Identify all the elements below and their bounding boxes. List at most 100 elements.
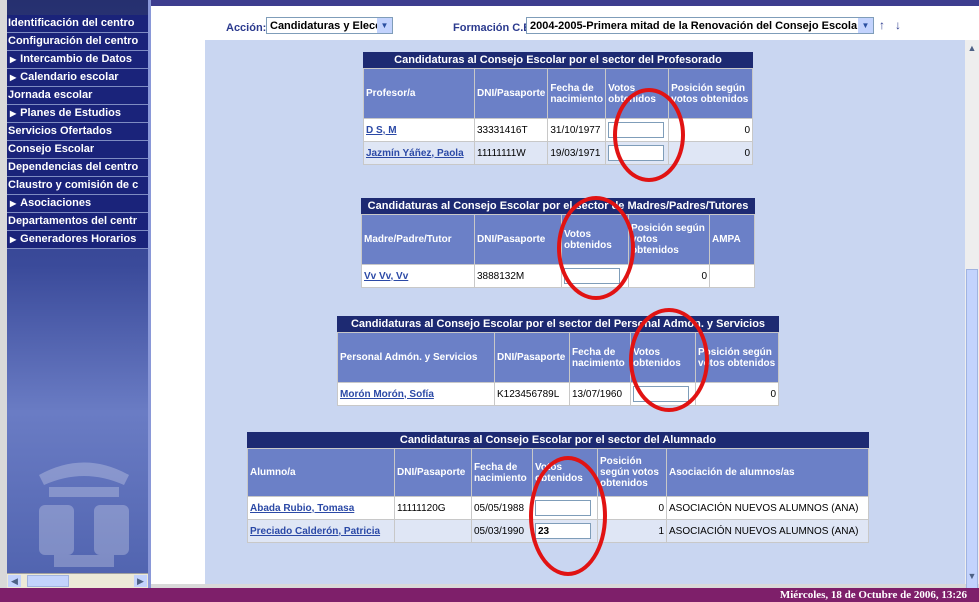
posicion-cell: 0 <box>668 118 753 142</box>
scroll-right-icon[interactable]: ▶ <box>134 575 147 587</box>
votos-input[interactable] <box>564 268 620 284</box>
content-margin <box>151 40 205 584</box>
sidebar-item[interactable]: ▶ Asociaciones <box>7 195 148 213</box>
sidebar-item[interactable]: Departamentos del centr <box>7 213 148 231</box>
sidebar-item-label: Calendario escolar <box>20 71 119 83</box>
crest-icon <box>39 462 129 567</box>
column-header: Posición según votos obtenidos <box>597 448 667 497</box>
column-header: Votos obtenidos <box>605 68 670 119</box>
fecha-cell: 13/07/1960 <box>569 382 631 406</box>
fecha-cell: 05/05/1988 <box>471 496 533 520</box>
asociacion-cell: ASOCIACIÓN NUEVOS ALUMNOS (ANA) <box>666 519 869 543</box>
column-header: Posición según votos obtenidos <box>628 214 710 265</box>
column-header: Fecha de nacimiento <box>471 448 533 497</box>
table-row: Vv Vv, Vv 3888132M 0 <box>361 264 755 288</box>
posicion-cell: 0 <box>695 382 779 406</box>
main-content: Candidaturas al Consejo Escolar por el s… <box>205 40 965 584</box>
sidebar-item[interactable]: Configuración del centro <box>7 33 148 51</box>
column-header: Votos obtenidos <box>532 448 598 497</box>
sidebar-item-label: Configuración del centro <box>8 35 139 47</box>
sidebar-item[interactable]: Jornada escolar <box>7 87 148 105</box>
sidebar-item[interactable]: Consejo Escolar <box>7 141 148 159</box>
table-alumnado: Candidaturas al Consejo Escolar por el s… <box>247 432 869 543</box>
sidebar-item-label: Generadores Horarios <box>20 233 137 245</box>
table-caption: Candidaturas al Consejo Escolar por el s… <box>363 52 753 68</box>
formacion-select[interactable]: 2004-2005-Primera mitad de la Renovación… <box>526 17 874 34</box>
candidate-link[interactable]: Morón Morón, Sofía <box>340 389 434 400</box>
accion-label: Acción: <box>226 22 267 34</box>
asociacion-cell: ASOCIACIÓN NUEVOS ALUMNOS (ANA) <box>666 496 869 520</box>
dni-cell: 11111120G <box>394 496 472 520</box>
nav-horizontal-scrollbar[interactable]: ◀ ▶ <box>7 573 148 588</box>
column-header: Votos obtenidos <box>561 214 629 265</box>
scroll-up-icon[interactable]: ▲ <box>965 42 979 54</box>
candidate-link[interactable]: Vv Vv, Vv <box>364 271 408 282</box>
column-header: Posición según votos obtenidos <box>668 68 753 119</box>
fecha-cell: 19/03/1971 <box>547 141 607 165</box>
column-header: Asociación de alumnos/as <box>666 448 869 497</box>
dni-cell: 11111111W <box>473 141 549 165</box>
column-header: DNI/Pasaporte <box>474 214 562 265</box>
caret-right-icon: ▶ <box>10 109 17 118</box>
move-up-icon[interactable]: ↑ <box>879 18 885 32</box>
sidebar-item-label: Planes de Estudios <box>20 107 122 119</box>
sidebar-item-label: Jornada escolar <box>8 89 93 101</box>
column-header: Madre/Padre/Tutor <box>361 214 475 265</box>
column-header: DNI/Pasaporte <box>494 332 570 383</box>
table-row: Jazmín Yáñez, Paola 11111111W 19/03/1971… <box>363 141 753 165</box>
column-header: DNI/Pasaporte <box>473 68 549 119</box>
sidebar-item[interactable]: ▶ Generadores Horarios <box>7 231 148 249</box>
votos-input[interactable] <box>608 145 665 161</box>
scroll-thumb[interactable] <box>27 575 69 587</box>
sidebar-item-label: Claustro y comisión de c <box>8 179 139 191</box>
posicion-cell: 0 <box>628 264 710 288</box>
column-header: Posición según votos obtenidos <box>695 332 779 383</box>
table-caption: Candidaturas al Consejo Escolar por el s… <box>337 316 779 332</box>
accion-select[interactable]: Candidaturas y Eleccior ▼ <box>266 17 393 34</box>
scroll-left-icon[interactable]: ◀ <box>8 575 21 587</box>
posicion-cell: 0 <box>597 496 667 520</box>
sidebar-item[interactable]: Identificación del centro <box>7 15 148 33</box>
sidebar-item-label: Consejo Escolar <box>8 143 95 155</box>
column-header: Fecha de nacimiento <box>569 332 631 383</box>
candidate-link[interactable]: Preciado Calderón, Patricia <box>250 526 380 537</box>
vertical-scrollbar[interactable]: ▲ ▼ <box>965 40 979 589</box>
sidebar-item[interactable]: ▶ Calendario escolar <box>7 69 148 87</box>
sidebar-item[interactable]: ▶ Planes de Estudios <box>7 105 148 123</box>
chevron-down-icon[interactable]: ▼ <box>858 18 873 33</box>
sidebar-item-label: Identificación del centro <box>8 17 135 29</box>
scroll-down-icon[interactable]: ▼ <box>965 570 979 582</box>
column-header: Fecha de nacimiento <box>547 68 607 119</box>
candidate-link[interactable]: Jazmín Yáñez, Paola <box>366 148 464 159</box>
chevron-down-icon[interactable]: ▼ <box>377 18 392 33</box>
table-row: Preciado Calderón, Patricia 05/03/1990 2… <box>247 519 869 543</box>
posicion-cell: 1 <box>597 519 667 543</box>
formacion-select-value: 2004-2005-Primera mitad de la Renovación… <box>530 20 858 32</box>
sidebar-item[interactable]: ▶ Intercambio de Datos <box>7 51 148 69</box>
dni-cell <box>394 519 472 543</box>
left-navigation: Identificación del centro Configuración d… <box>7 0 148 589</box>
votos-input[interactable] <box>535 500 591 516</box>
candidate-link[interactable]: D S, M <box>366 125 397 136</box>
scroll-thumb[interactable] <box>966 269 978 589</box>
caret-right-icon: ▶ <box>10 55 17 64</box>
sidebar-item[interactable]: Claustro y comisión de c <box>7 177 148 195</box>
votos-input[interactable]: 23 <box>535 523 591 539</box>
sidebar-item-label: Servicios Ofertados <box>8 125 112 137</box>
formacion-label: Formación C.E.: <box>453 22 538 34</box>
move-down-icon[interactable]: ↓ <box>895 18 901 32</box>
votos-input[interactable] <box>608 122 665 138</box>
column-header: Votos obtenidos <box>630 332 696 383</box>
fecha-cell: 05/03/1990 <box>471 519 533 543</box>
votos-input[interactable] <box>633 386 689 402</box>
candidate-link[interactable]: Abada Rubio, Tomasa <box>250 503 354 514</box>
sidebar-item-label: Departamentos del centr <box>8 215 137 227</box>
status-datetime: Miércoles, 18 de Octubre de 2006, 13:26 <box>779 589 967 601</box>
toolbar: Acción: Candidaturas y Eleccior ▼ Formac… <box>151 0 979 42</box>
caret-right-icon: ▶ <box>10 73 17 82</box>
sidebar-item[interactable]: Dependencias del centro <box>7 159 148 177</box>
column-header: Alumno/a <box>247 448 395 497</box>
column-header: Personal Admón. y Servicios <box>337 332 495 383</box>
toolbar-band <box>151 0 979 6</box>
sidebar-item[interactable]: Servicios Ofertados <box>7 123 148 141</box>
